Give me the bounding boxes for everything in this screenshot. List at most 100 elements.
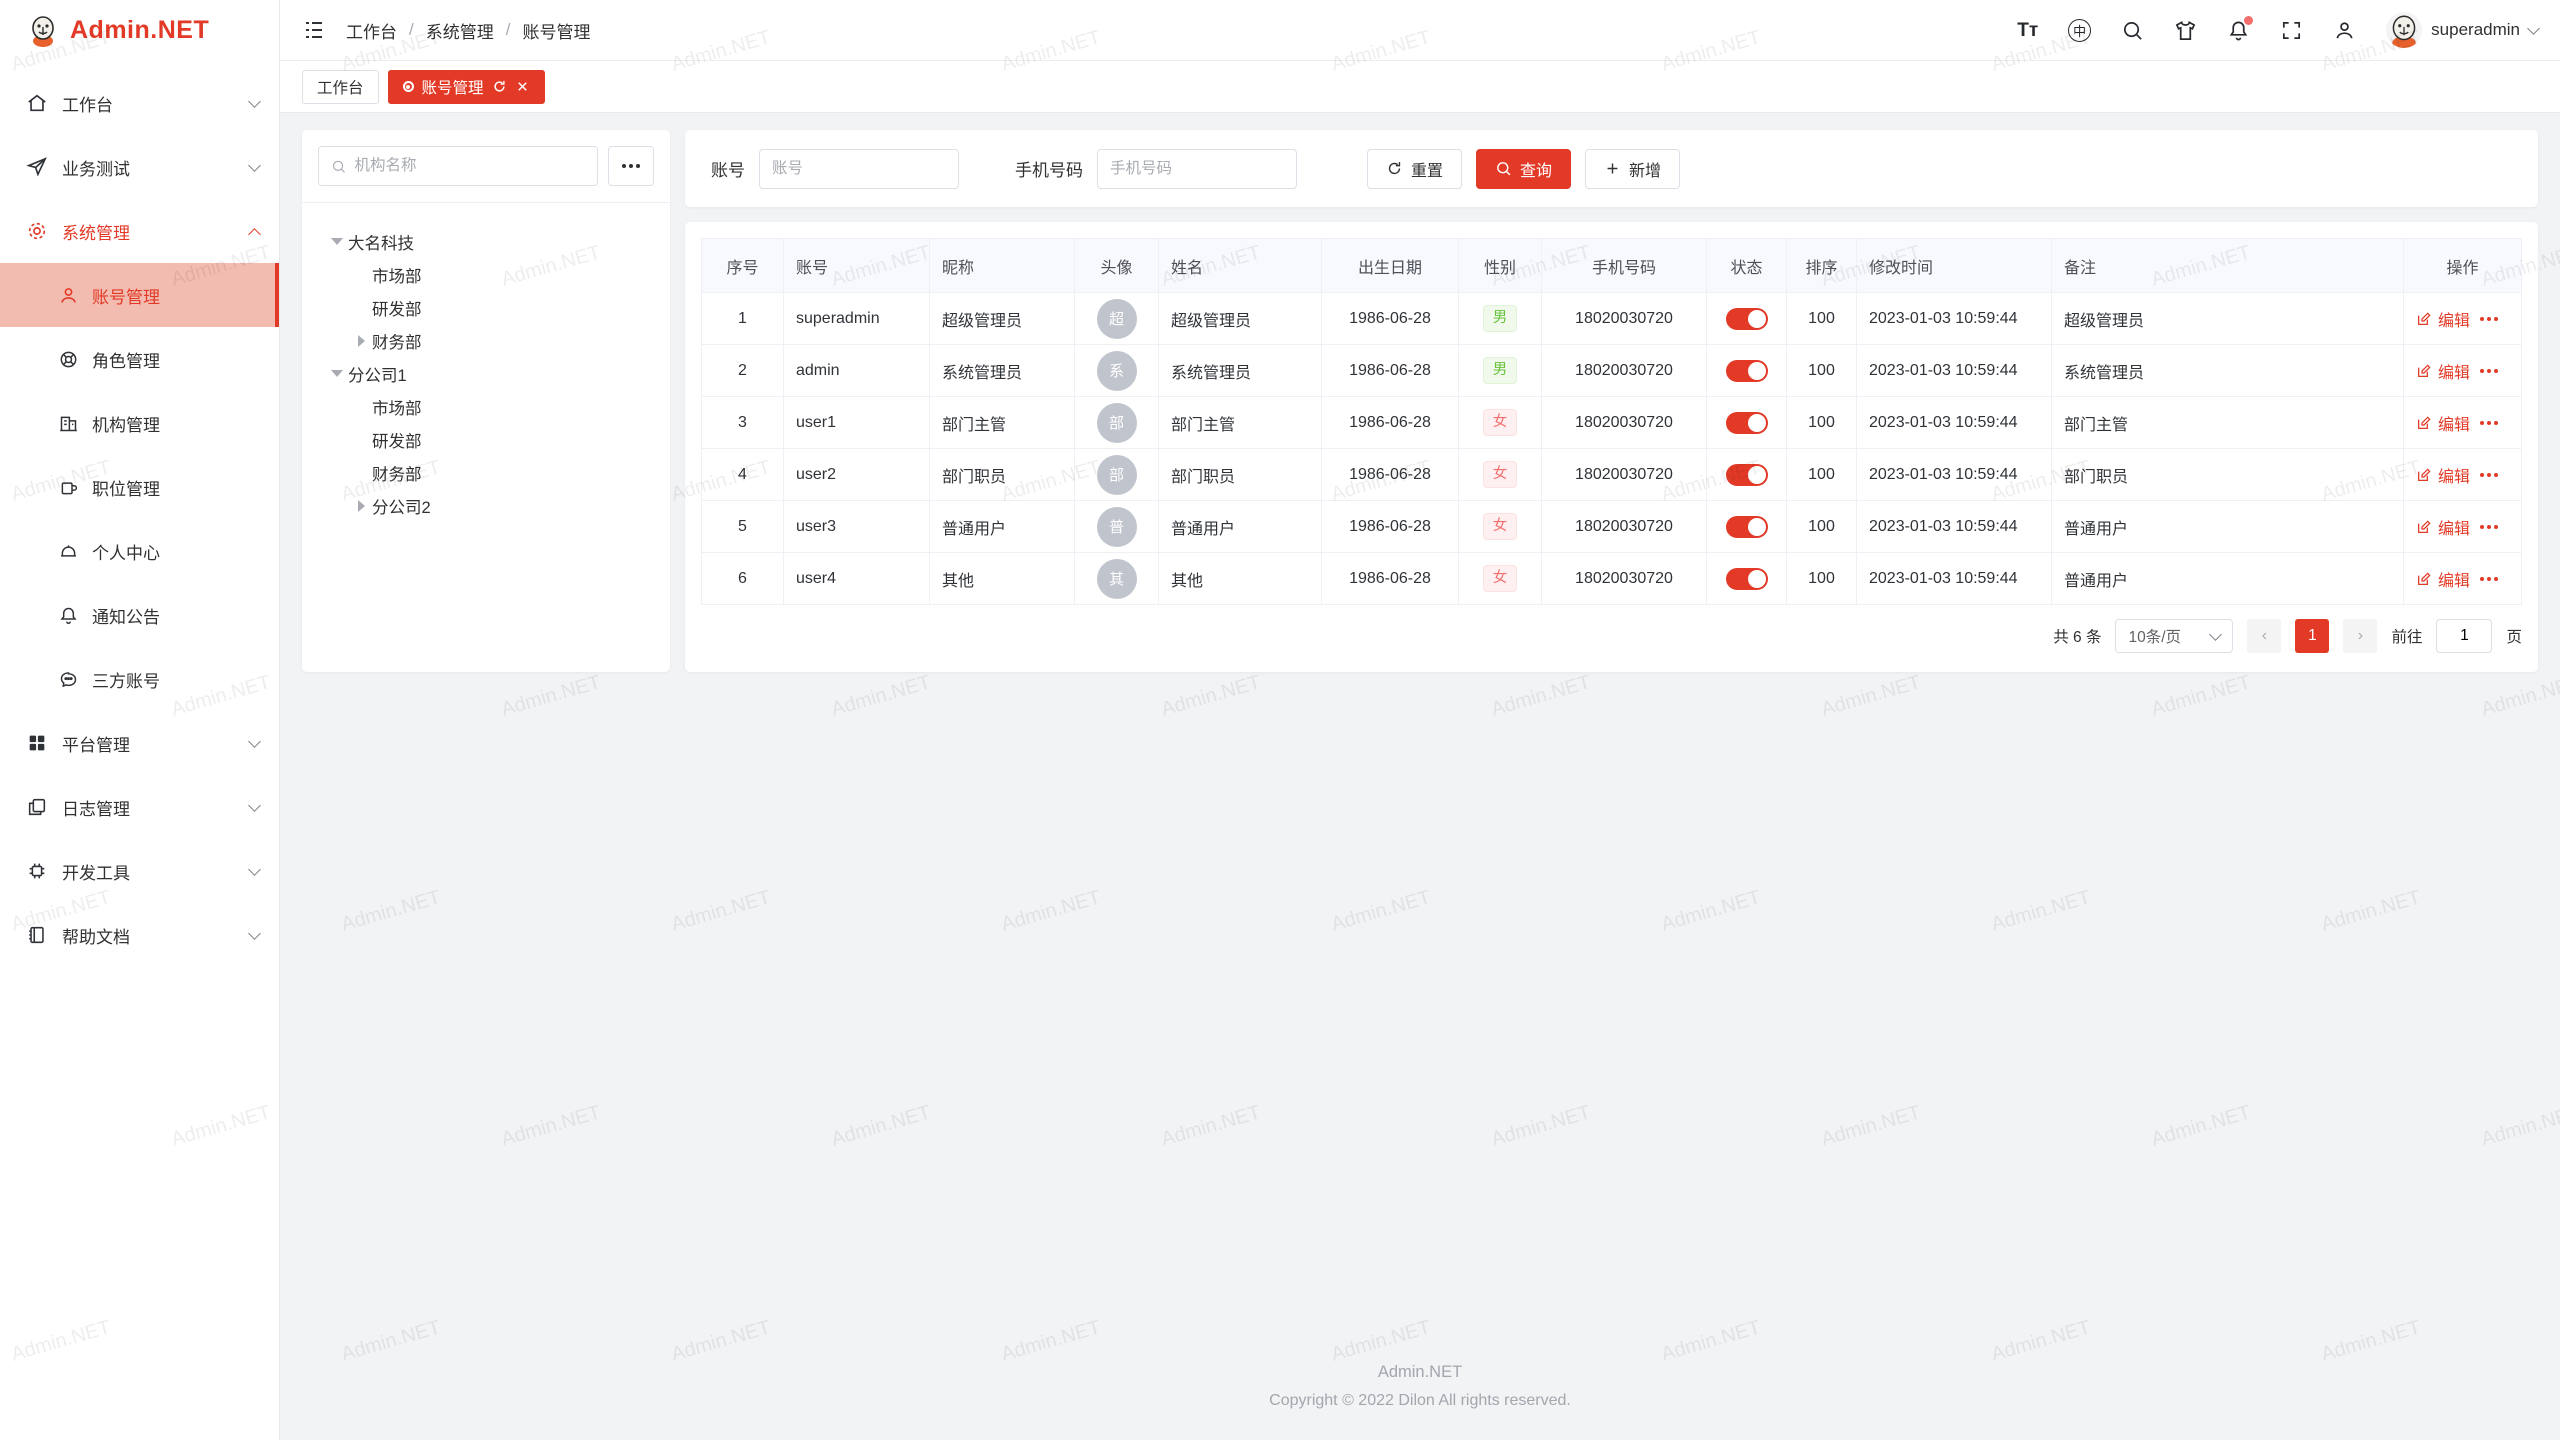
sidebar-item-system-management[interactable]: 系统管理 <box>0 199 279 263</box>
sidebar-item-account-management[interactable]: 账号管理 <box>0 263 279 327</box>
more-actions-button[interactable] <box>2480 525 2498 529</box>
tab-account-management[interactable]: 账号管理 <box>388 70 545 104</box>
collapse-menu-icon[interactable] <box>302 18 326 42</box>
close-tab-icon[interactable] <box>515 79 530 94</box>
reset-button[interactable]: 重置 <box>1367 149 1462 189</box>
more-actions-button[interactable] <box>2480 577 2498 581</box>
sidebar-item-notice[interactable]: 通知公告 <box>0 583 279 647</box>
cell-avatar: 部 <box>1075 449 1159 501</box>
fullscreen-icon[interactable] <box>2280 19 2303 42</box>
gender-badge: 女 <box>1483 461 1517 488</box>
sidebar-item-label: 三方账号 <box>92 667 160 692</box>
table-row: 3user1部门主管部部门主管1986-06-28女18020030720100… <box>702 397 2522 449</box>
next-page-button[interactable]: › <box>2343 619 2377 653</box>
edit-button[interactable]: 编辑 <box>2416 307 2470 331</box>
sidebar-item-dev-tools[interactable]: 开发工具 <box>0 839 279 903</box>
cell-remark: 部门主管 <box>2052 397 2404 449</box>
status-toggle[interactable] <box>1726 568 1768 590</box>
sidebar-item-profile-center[interactable]: 个人中心 <box>0 519 279 583</box>
status-toggle[interactable] <box>1726 464 1768 486</box>
status-toggle[interactable] <box>1726 412 1768 434</box>
sidebar-menu: 工作台 业务测试 系统管理 账号管理 角色管理 <box>0 61 279 967</box>
caret-down-icon[interactable] <box>326 238 348 245</box>
search-button[interactable]: 查询 <box>1476 149 1571 189</box>
edit-button[interactable]: 编辑 <box>2416 359 2470 383</box>
sidebar-item-label: 日志管理 <box>62 795 250 820</box>
search-icon[interactable] <box>2121 19 2144 42</box>
cell-status <box>1707 397 1787 449</box>
sidebar-item-business-test[interactable]: 业务测试 <box>0 135 279 199</box>
tree-node[interactable]: 研发部 <box>318 423 654 456</box>
sidebar-item-role-management[interactable]: 角色管理 <box>0 327 279 391</box>
avatar: 系 <box>1097 351 1137 391</box>
edit-icon <box>2416 519 2432 535</box>
total-count: 共 6 条 <box>2053 625 2101 647</box>
table-row: 5user3普通用户普普通用户1986-06-28女18020030720100… <box>702 501 2522 553</box>
tree-node[interactable]: 市场部 <box>318 258 654 291</box>
more-actions-button[interactable] <box>2480 421 2498 425</box>
status-toggle[interactable] <box>1726 360 1768 382</box>
status-toggle[interactable] <box>1726 308 1768 330</box>
cell-phone: 18020030720 <box>1542 397 1707 449</box>
edit-button[interactable]: 编辑 <box>2416 411 2470 435</box>
tree-node[interactable]: 分公司1 <box>318 357 654 390</box>
tree-node[interactable]: 市场部 <box>318 390 654 423</box>
sidebar-item-workbench[interactable]: 工作台 <box>0 71 279 135</box>
language-icon[interactable]: 中 <box>2068 19 2091 42</box>
more-actions-button[interactable] <box>2480 317 2498 321</box>
sidebar-item-org-management[interactable]: 机构管理 <box>0 391 279 455</box>
tree-node[interactable]: 财务部 <box>318 456 654 489</box>
home-icon <box>26 92 48 114</box>
goto-page-input[interactable] <box>2436 619 2492 653</box>
font-size-icon[interactable]: Tт <box>2017 19 2038 42</box>
notification-bell-icon[interactable] <box>2227 19 2250 42</box>
theme-tshirt-icon[interactable] <box>2174 19 2197 42</box>
sidebar-item-log-management[interactable]: 日志管理 <box>0 775 279 839</box>
refresh-tab-icon[interactable] <box>492 79 507 94</box>
org-search-input[interactable] <box>354 157 585 175</box>
profile-icon[interactable] <box>2333 19 2356 42</box>
edit-button[interactable]: 编辑 <box>2416 463 2470 487</box>
current-page-button[interactable]: 1 <box>2295 619 2329 653</box>
org-search-box[interactable] <box>318 146 598 186</box>
grid-icon <box>26 732 48 754</box>
tree-node-label: 财务部 <box>372 329 422 353</box>
cell-index: 5 <box>702 501 784 553</box>
sidebar-item-label: 业务测试 <box>62 155 250 180</box>
tab-workbench[interactable]: 工作台 <box>302 70 379 104</box>
tree-more-button[interactable] <box>608 146 654 186</box>
sidebar-item-third-party-account[interactable]: 三方账号 <box>0 647 279 711</box>
phone-filter-input[interactable] <box>1097 149 1297 189</box>
account-filter-input[interactable] <box>759 149 959 189</box>
sidebar-item-platform-management[interactable]: 平台管理 <box>0 711 279 775</box>
breadcrumb-item[interactable]: 账号管理 <box>522 18 590 43</box>
caret-down-icon[interactable] <box>326 370 348 377</box>
tree-node[interactable]: 大名科技 <box>318 225 654 258</box>
brand[interactable]: Admin.NET <box>0 0 279 61</box>
tree-node[interactable]: 分公司2 <box>318 489 654 522</box>
sidebar-item-help-docs[interactable]: 帮助文档 <box>0 903 279 967</box>
edit-button[interactable]: 编辑 <box>2416 515 2470 539</box>
caret-right-icon[interactable] <box>350 500 372 512</box>
sidebar-item-position-management[interactable]: 职位管理 <box>0 455 279 519</box>
caret-right-icon[interactable] <box>350 335 372 347</box>
add-button[interactable]: 新增 <box>1585 149 1680 189</box>
user-menu[interactable]: superadmin <box>2386 12 2538 48</box>
col-remark: 备注 <box>2052 239 2404 293</box>
breadcrumb-item[interactable]: 工作台 <box>346 18 397 43</box>
cell-actions: 编辑 <box>2404 345 2522 397</box>
prev-page-button[interactable]: ‹ <box>2247 619 2281 653</box>
edit-icon <box>2416 415 2432 431</box>
tree-node[interactable]: 研发部 <box>318 291 654 324</box>
breadcrumb-item[interactable]: 系统管理 <box>426 18 494 43</box>
cell-remark: 部门职员 <box>2052 449 2404 501</box>
edit-button[interactable]: 编辑 <box>2416 567 2470 591</box>
gender-badge: 女 <box>1483 565 1517 592</box>
cpu-icon <box>26 860 48 882</box>
tree-node[interactable]: 财务部 <box>318 324 654 357</box>
more-actions-button[interactable] <box>2480 473 2498 477</box>
cell-phone: 18020030720 <box>1542 553 1707 605</box>
more-actions-button[interactable] <box>2480 369 2498 373</box>
page-size-select[interactable]: 10条/页 <box>2115 619 2233 653</box>
status-toggle[interactable] <box>1726 516 1768 538</box>
